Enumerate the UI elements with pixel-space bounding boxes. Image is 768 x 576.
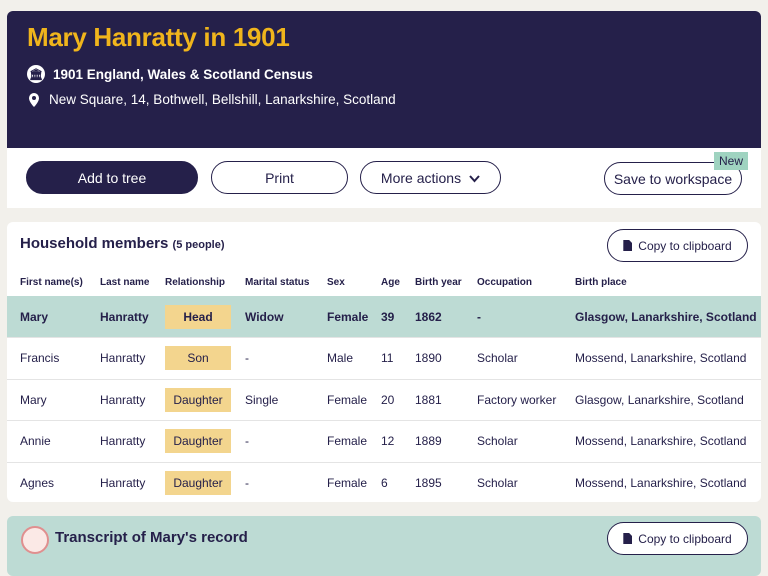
more-actions-button[interactable]: More actions <box>360 161 501 194</box>
document-icon <box>623 533 633 544</box>
collection-line: 🏛 1901 England, Wales & Scotland Census <box>27 65 313 83</box>
column-header: First name(s) <box>20 276 83 288</box>
cell-occupation: Scholar <box>477 461 575 504</box>
cell-birth-year: 1889 <box>415 420 477 462</box>
cell-relationship: Daughter <box>165 378 245 421</box>
column-header: Birth place <box>575 276 627 288</box>
cell-sex: Male <box>327 337 381 379</box>
table-row[interactable]: Mary Hanratty Head Widow Female 39 1862- Glasgo… <box>7 296 761 338</box>
cell-first-name-s: Francis <box>7 337 100 379</box>
column-header: Occupation <box>477 276 533 288</box>
cell-last-name: Hanratty <box>100 296 165 338</box>
relationship-badge: Daughter <box>165 387 231 412</box>
location-pin-icon <box>27 92 41 107</box>
column-header: Last name <box>100 276 150 288</box>
relationship-badge: Daughter <box>165 471 231 495</box>
cell-marital-status: Single <box>245 378 327 421</box>
portrait-icon <box>21 526 49 554</box>
column-header: Marital status <box>245 276 310 288</box>
cell-last-name: Hanratty <box>100 337 165 379</box>
cell-sex: Female <box>327 461 381 504</box>
people-count: (5 people) <box>172 239 225 251</box>
table-header-row: First name(s) Last name Relationship Marita… <box>7 268 761 296</box>
cell-occupation: Scholar <box>477 420 575 462</box>
table-row[interactable]: Agnes Hanratty Daughter - Female 6 1895 Scholar… <box>7 461 761 504</box>
household-table: First name(s) Last name Relationship Marita… <box>7 268 761 504</box>
column-header: Relationship <box>165 276 226 288</box>
cell-birth-place: Glasgow, Lanarkshire, Scotland <box>575 296 761 338</box>
cell-birth-year: 1881 <box>415 378 477 421</box>
cell-age: 39 <box>381 296 415 338</box>
relationship-badge: Son <box>165 346 231 371</box>
copy-label: Copy to clipboard <box>638 531 732 546</box>
table-row[interactable]: Francis Hanratty Son - Male 11 1890 Scholar Moss… <box>7 337 761 379</box>
cell-occupation: Scholar <box>477 337 575 379</box>
cell-age: 6 <box>381 461 415 504</box>
cell-sex: Female <box>327 378 381 421</box>
cell-marital-status: Widow <box>245 296 327 338</box>
cell-first-name-s: Mary <box>7 296 100 338</box>
cell-birth-place: Glasgow, Lanarkshire, Scotland <box>575 378 761 421</box>
add-to-tree-button[interactable]: Add to tree <box>26 161 198 194</box>
cell-relationship: Daughter <box>165 461 245 504</box>
cell-marital-status: - <box>245 420 327 462</box>
cell-birth-place: Mossend, Lanarkshire, Scotland <box>575 461 761 504</box>
cell-relationship: Son <box>165 337 245 379</box>
relationship-badge: Head <box>165 304 231 329</box>
cell-birth-year: 1890 <box>415 337 477 379</box>
cell-age: 20 <box>381 378 415 421</box>
cell-occupation: Factory worker <box>477 378 575 421</box>
column-header: Birth year <box>415 276 462 288</box>
cell-first-name-s: Agnes <box>7 461 100 504</box>
cell-sex: Female <box>327 420 381 462</box>
cell-birth-place: Mossend, Lanarkshire, Scotland <box>575 337 761 379</box>
new-badge: New <box>714 152 749 170</box>
address: New Square, 14, Bothwell, Bellshill, Lan… <box>49 92 396 107</box>
table-row[interactable]: Annie Hanratty Daughter - Female 12 1889 Schola… <box>7 420 761 462</box>
cell-last-name: Hanratty <box>100 461 165 504</box>
cell-birth-place: Mossend, Lanarkshire, Scotland <box>575 420 761 462</box>
collection-name[interactable]: 1901 England, Wales & Scotland Census <box>53 67 313 82</box>
more-actions-label: More actions <box>380 169 462 186</box>
cell-last-name: Hanratty <box>100 378 165 421</box>
census-icon: 🏛 <box>27 65 45 83</box>
cell-occupation: - <box>477 296 575 338</box>
cell-birth-year: 1862 <box>415 296 477 338</box>
cell-first-name-s: Mary <box>7 378 100 421</box>
address-line: New Square, 14, Bothwell, Bellshill, Lan… <box>27 92 396 107</box>
column-header: Sex <box>327 276 345 288</box>
copy-label: Copy to clipboard <box>638 238 732 253</box>
cell-birth-year: 1895 <box>415 461 477 504</box>
document-icon <box>623 240 633 251</box>
household-members-card: Household members (5 people) Copy to cli… <box>7 222 761 504</box>
cell-age: 11 <box>381 337 415 379</box>
copy-transcript-button[interactable]: Copy to clipboard <box>607 522 748 555</box>
household-title: Household members (5 people) <box>20 235 225 252</box>
page-title: Mary Hanratty in 1901 <box>27 22 290 52</box>
cell-first-name-s: Annie <box>7 420 100 462</box>
cell-sex: Female <box>327 296 381 338</box>
copy-household-button[interactable]: Copy to clipboard <box>607 229 748 262</box>
household-heading: Household members <box>20 235 169 252</box>
cell-relationship: Daughter <box>165 420 245 462</box>
table-row[interactable]: Mary Hanratty Daughter Single Female 20 1881 Fa… <box>7 378 761 421</box>
print-button[interactable]: Print <box>211 161 348 194</box>
cell-marital-status: - <box>245 337 327 379</box>
transcript-title: Transcript of Mary's record <box>55 529 248 546</box>
transcript-card: Transcript of Mary's record Copy to clip… <box>7 516 761 576</box>
chevron-down-icon <box>469 170 480 186</box>
cell-marital-status: - <box>245 461 327 504</box>
relationship-badge: Daughter <box>165 429 231 454</box>
cell-last-name: Hanratty <box>100 420 165 462</box>
cell-age: 12 <box>381 420 415 462</box>
column-header: Age <box>381 276 400 288</box>
cell-relationship: Head <box>165 296 245 338</box>
